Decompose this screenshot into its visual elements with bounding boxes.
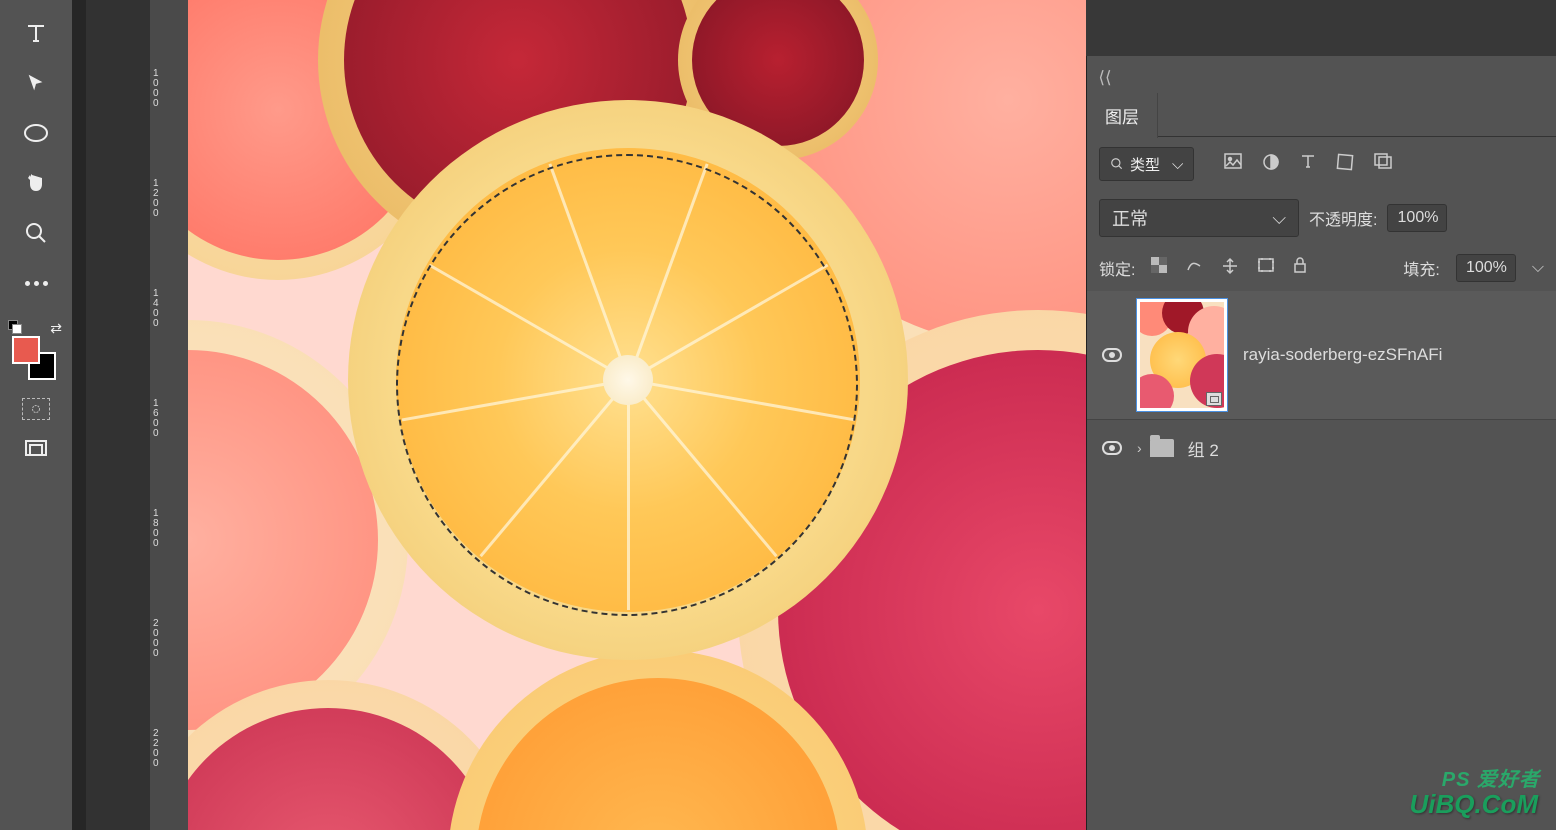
blend-mode-value: 正常 bbox=[1112, 205, 1148, 231]
fill-value[interactable]: 100% bbox=[1456, 254, 1516, 282]
opacity-label: 不透明度: bbox=[1309, 206, 1377, 230]
fill-label: 填充: bbox=[1403, 256, 1439, 280]
ruler-mark: 0 bbox=[153, 0, 185, 2]
filter-smartobject-icon[interactable] bbox=[1374, 153, 1392, 176]
zoom-tool[interactable] bbox=[12, 209, 60, 257]
layer-name[interactable]: rayia-soderberg-ezSFnAFi bbox=[1243, 345, 1442, 365]
gap-column bbox=[72, 0, 86, 830]
default-colors-icon[interactable] bbox=[8, 320, 22, 334]
tools-panel: ⇄ bbox=[0, 0, 72, 830]
watermark-url: UiBQ.CoM bbox=[1409, 789, 1538, 820]
filter-pixel-icon[interactable] bbox=[1224, 153, 1242, 176]
color-swatches[interactable]: ⇄ bbox=[6, 320, 66, 378]
selection-marquee bbox=[396, 154, 858, 616]
opacity-value[interactable]: 100% bbox=[1387, 204, 1447, 232]
lock-transparency-icon[interactable] bbox=[1151, 257, 1167, 280]
hand-tool[interactable] bbox=[12, 159, 60, 207]
filter-label: 类型 bbox=[1130, 154, 1160, 175]
expand-chevron-icon[interactable]: › bbox=[1137, 440, 1142, 456]
group-name[interactable]: 组 2 bbox=[1188, 436, 1219, 461]
folder-icon bbox=[1150, 439, 1174, 457]
filter-type-icon[interactable] bbox=[1300, 153, 1316, 176]
lock-image-icon[interactable] bbox=[1185, 257, 1203, 280]
vertical-ruler: 0 1000 1200 1400 1600 1800 2000 2200 bbox=[150, 0, 188, 830]
watermark-brand: PS 爱好者 bbox=[1442, 763, 1540, 792]
chevron-down-icon: ⌵ bbox=[1532, 259, 1544, 277]
smart-object-icon bbox=[1206, 392, 1222, 406]
layer-group-item[interactable]: › 组 2 bbox=[1087, 420, 1556, 476]
type-tool[interactable] bbox=[12, 9, 60, 57]
lock-label: 锁定: bbox=[1099, 256, 1135, 280]
layer-filter-select[interactable]: 类型 ⌵ bbox=[1099, 147, 1194, 181]
quick-mask-toggle[interactable] bbox=[22, 398, 50, 420]
filter-adjustment-icon[interactable] bbox=[1262, 153, 1280, 176]
layer-item-active[interactable]: rayia-soderberg-ezSFnAFi bbox=[1087, 291, 1556, 420]
artboard bbox=[188, 0, 1130, 830]
more-tools[interactable] bbox=[12, 259, 60, 307]
lock-position-icon[interactable] bbox=[1221, 257, 1239, 280]
lock-artboard-icon[interactable] bbox=[1257, 257, 1275, 280]
chevron-down-icon: ⌵ bbox=[1172, 156, 1183, 173]
visibility-toggle-icon[interactable] bbox=[1102, 441, 1122, 455]
ellipse-tool[interactable] bbox=[12, 109, 60, 157]
path-selection-tool[interactable] bbox=[12, 59, 60, 107]
panel-close-icon[interactable]: ⟨⟨ bbox=[1095, 68, 1115, 88]
foreground-color[interactable] bbox=[12, 336, 40, 364]
visibility-toggle-icon[interactable] bbox=[1102, 348, 1122, 362]
panel-top-gap bbox=[1086, 0, 1556, 56]
tab-layers[interactable]: 图层 bbox=[1087, 93, 1158, 138]
swap-colors-icon[interactable]: ⇄ bbox=[50, 320, 62, 337]
layer-thumbnail[interactable] bbox=[1137, 299, 1227, 411]
screen-mode-toggle[interactable] bbox=[24, 438, 48, 463]
layers-panel: ⟨⟨ 图层 类型 ⌵ 正常 ⌵ 不透明度: 100% bbox=[1086, 56, 1556, 830]
chevron-down-icon: ⌵ bbox=[1272, 208, 1286, 229]
lock-all-icon[interactable] bbox=[1293, 257, 1307, 280]
canvas-area[interactable] bbox=[188, 0, 1130, 830]
filter-shape-icon[interactable] bbox=[1336, 153, 1354, 176]
blend-mode-select[interactable]: 正常 ⌵ bbox=[1099, 199, 1299, 237]
